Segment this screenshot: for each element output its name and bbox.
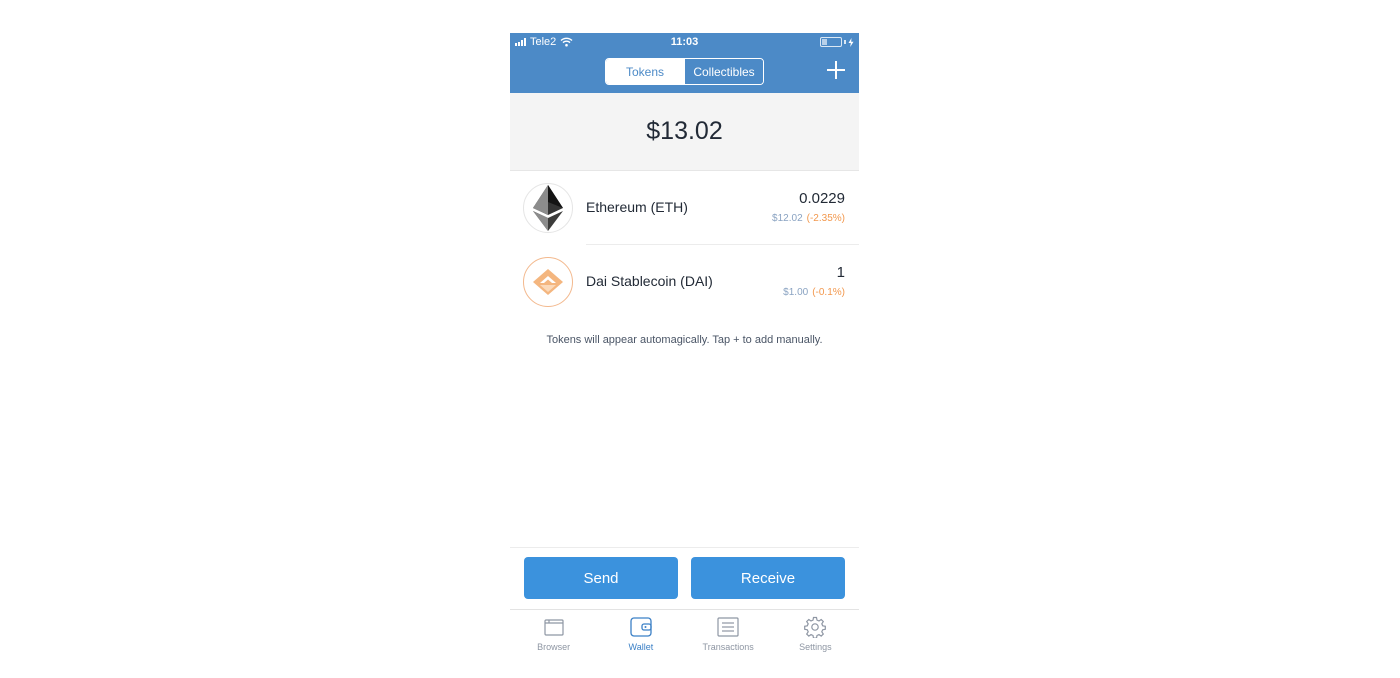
settings-gear-icon: [804, 616, 827, 638]
total-balance: $13.02: [646, 117, 723, 145]
tab-collectibles[interactable]: Collectibles: [684, 59, 763, 84]
phone-screen: Tele2 11:03 Tokens Collectibles $13.02 E…: [510, 33, 859, 665]
receive-button[interactable]: Receive: [691, 557, 845, 599]
actions-divider: [510, 547, 859, 548]
status-bar: Tele2 11:03: [510, 33, 859, 51]
token-fiat-value: $1.00 (-0.1%): [783, 287, 845, 298]
navigation-bar: Tele2 11:03 Tokens Collectibles: [510, 33, 859, 93]
token-fiat-value: $12.02 (-2.35%): [772, 213, 845, 224]
token-amount: 0.0229: [799, 190, 845, 207]
token-price-change: (-0.1%): [812, 287, 845, 298]
battery-icon: [820, 37, 854, 47]
plus-icon[interactable]: [827, 61, 845, 79]
tab-browser[interactable]: Browser: [510, 610, 597, 665]
token-row-dai[interactable]: Dai Stablecoin (DAI) 1 $1.00 (-0.1%): [510, 245, 859, 319]
token-price-change: (-2.35%): [806, 213, 845, 224]
transactions-icon: [717, 616, 739, 638]
dai-icon: [523, 257, 573, 307]
token-name: Dai Stablecoin (DAI): [586, 273, 713, 289]
status-time: 11:03: [670, 36, 699, 48]
tab-label: Transactions: [702, 642, 754, 652]
ethereum-icon: [523, 183, 573, 233]
token-name: Ethereum (ETH): [586, 199, 688, 215]
tokens-collectibles-segmented-control: Tokens Collectibles: [605, 58, 764, 85]
token-usd-value: $12.02: [772, 213, 803, 224]
token-amount: 1: [836, 264, 845, 281]
tab-label: Wallet: [628, 642, 654, 652]
tab-bar: Browser Wallet Transactions Settings: [510, 609, 859, 665]
total-balance-header: $13.02: [510, 93, 859, 171]
tab-settings[interactable]: Settings: [772, 610, 859, 665]
tab-label: Browser: [537, 642, 571, 652]
token-usd-value: $1.00: [783, 287, 809, 298]
tab-wallet[interactable]: Wallet: [597, 610, 684, 665]
tab-transactions[interactable]: Transactions: [685, 610, 772, 665]
browser-icon: [543, 616, 565, 638]
tab-tokens[interactable]: Tokens: [606, 59, 684, 84]
auto-token-hint: Tokens will appear automagically. Tap + …: [546, 334, 823, 346]
token-row-eth[interactable]: Ethereum (ETH) 0.0229 $12.02 (-2.35%): [510, 171, 859, 245]
tab-label: Settings: [799, 642, 832, 652]
send-button[interactable]: Send: [524, 557, 678, 599]
wallet-icon: [630, 616, 652, 638]
